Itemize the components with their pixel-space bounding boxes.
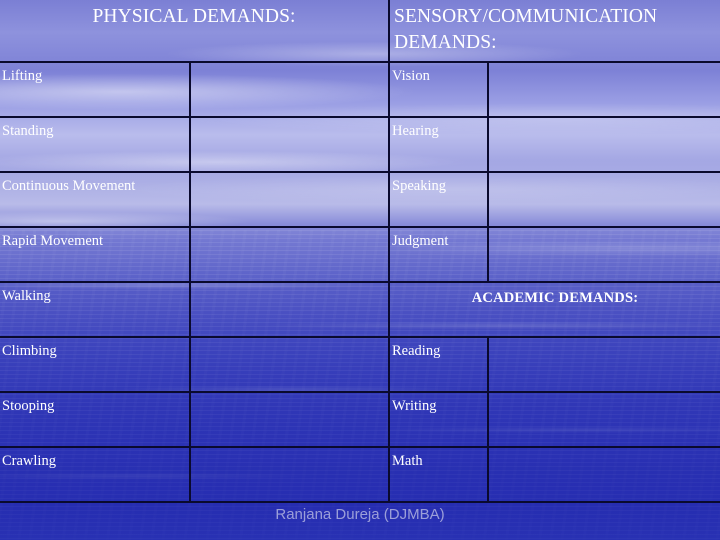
cell-physical-value[interactable] <box>188 281 391 338</box>
footer-credit: Ranjana Dureja (DJMBA) <box>275 506 445 523</box>
label-standing: Standing <box>2 123 54 139</box>
label-crawling: Crawling <box>2 453 56 469</box>
table-row: Climbing Reading <box>0 336 720 393</box>
label-climbing: Climbing <box>2 343 57 359</box>
label-speaking: Speaking <box>392 178 446 194</box>
cell-academic-label[interactable]: Reading <box>388 336 490 393</box>
table-header-row: PHYSICAL DEMANDS: SENSORY/COMMUNICATION … <box>0 0 720 63</box>
cell-academic-value[interactable] <box>487 446 720 503</box>
cell-sensory-label[interactable]: Speaking <box>388 171 490 228</box>
cell-academic-value[interactable] <box>487 336 720 393</box>
label-continuous-movement: Continuous Movement <box>2 178 136 194</box>
label-judgment: Judgment <box>392 233 449 249</box>
slide-canvas: Ranjana Dureja (DJMBA) PHYSICAL DEMANDS:… <box>0 0 720 540</box>
cell-academic-demands-header: ACADEMIC DEMANDS: <box>388 281 720 338</box>
label-rapid-movement: Rapid Movement <box>2 233 104 249</box>
cell-sensory-label[interactable]: Hearing <box>388 116 490 173</box>
cell-physical-label[interactable]: Rapid Movement <box>0 226 191 283</box>
cell-physical-label[interactable]: Standing <box>0 116 191 173</box>
cell-physical-value[interactable] <box>188 171 391 228</box>
table-row: Lifting Vision <box>0 61 720 118</box>
label-reading: Reading <box>392 343 441 359</box>
cell-physical-label[interactable]: Walking <box>0 281 191 338</box>
table-row: Standing Hearing <box>0 116 720 173</box>
label-writing: Writing <box>392 398 437 414</box>
header-cell-physical: PHYSICAL DEMANDS: <box>0 0 391 63</box>
cell-physical-label[interactable]: Stooping <box>0 391 191 448</box>
label-vision: Vision <box>392 68 430 84</box>
cell-academic-label[interactable]: Writing <box>388 391 490 448</box>
label-walking: Walking <box>2 288 51 304</box>
label-stooping: Stooping <box>2 398 55 414</box>
cell-sensory-value[interactable] <box>487 171 720 228</box>
cell-sensory-value[interactable] <box>487 116 720 173</box>
table-row: Continuous Movement Speaking <box>0 171 720 228</box>
cell-physical-label[interactable]: Continuous Movement <box>0 171 191 228</box>
cell-physical-label[interactable]: Lifting <box>0 61 191 118</box>
label-hearing: Hearing <box>392 123 439 139</box>
table-row: Crawling Math <box>0 446 720 503</box>
cell-physical-label[interactable]: Crawling <box>0 446 191 503</box>
cell-physical-value[interactable] <box>188 226 391 283</box>
table-row: Stooping Writing <box>0 391 720 448</box>
section-title-academic-demands: ACADEMIC DEMANDS: <box>471 290 639 306</box>
label-lifting: Lifting <box>2 68 43 84</box>
cell-sensory-label[interactable]: Judgment <box>388 226 490 283</box>
section-title-sensory-communication-demands: SENSORY/COMMUNICATION DEMANDS: <box>394 6 658 53</box>
header-cell-sensory: SENSORY/COMMUNICATION DEMANDS: <box>388 0 720 63</box>
demands-table: PHYSICAL DEMANDS: SENSORY/COMMUNICATION … <box>0 0 720 503</box>
table-row: Walking ACADEMIC DEMANDS: <box>0 281 720 338</box>
cell-physical-value[interactable] <box>188 446 391 503</box>
cell-physical-label[interactable]: Climbing <box>0 336 191 393</box>
cell-sensory-label[interactable]: Vision <box>388 61 490 118</box>
cell-physical-value[interactable] <box>188 61 391 118</box>
cell-academic-value[interactable] <box>487 391 720 448</box>
section-title-physical-demands: PHYSICAL DEMANDS: <box>92 6 296 27</box>
cell-academic-label[interactable]: Math <box>388 446 490 503</box>
cell-physical-value[interactable] <box>188 391 391 448</box>
cell-physical-value[interactable] <box>188 336 391 393</box>
cell-physical-value[interactable] <box>188 116 391 173</box>
cell-sensory-value[interactable] <box>487 61 720 118</box>
table-row: Rapid Movement Judgment <box>0 226 720 283</box>
label-math: Math <box>392 453 423 469</box>
cell-sensory-value[interactable] <box>487 226 720 283</box>
